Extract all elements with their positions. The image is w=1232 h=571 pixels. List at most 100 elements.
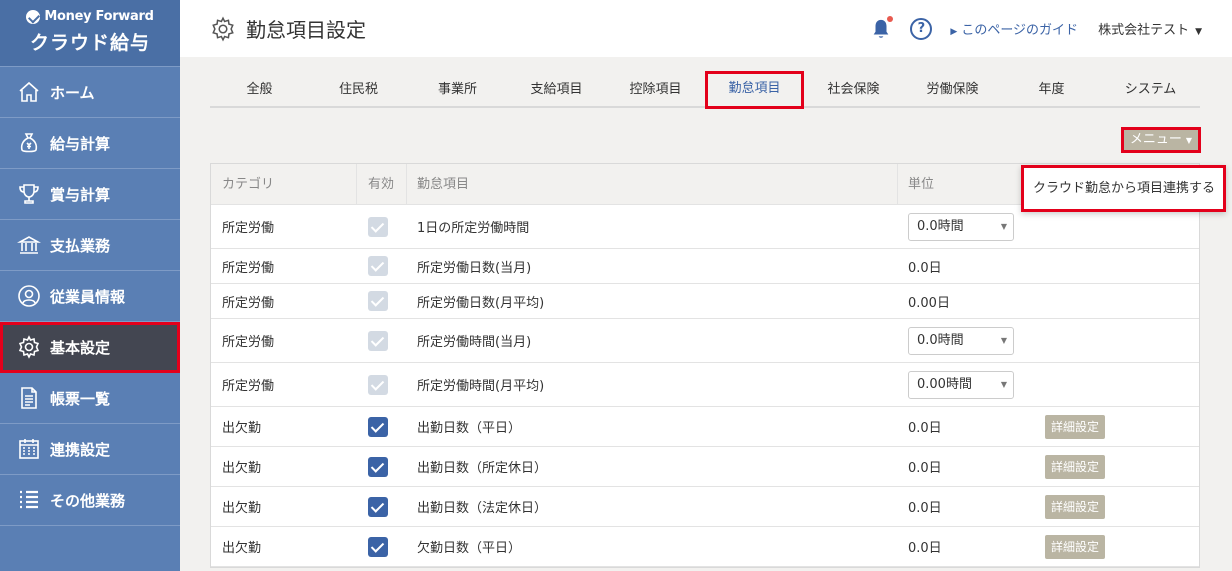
bank-icon xyxy=(16,232,42,258)
table-row: 出欠勤 出勤日数（平日） 0.0日 詳細設定 xyxy=(211,407,1199,447)
menu-button-label: メニュー xyxy=(1129,132,1182,147)
table-row: 出欠勤 欠勤日数（平日） 0.0日 詳細設定 xyxy=(211,527,1199,567)
row-enabled-cell xyxy=(357,256,407,276)
tab-deduction-items[interactable]: 控除項目 xyxy=(606,72,705,106)
row-item-name: 所定労働日数(当月) xyxy=(417,260,532,276)
tab-payment-items[interactable]: 支給項目 xyxy=(507,72,606,106)
attendance-items-table: カテゴリ 有効 勤怠項目 単位 所定労働 1日の所定労働時間 0.0時間 ▼ 所定… xyxy=(210,163,1200,568)
row-unit-cell: 0.0時間 ▼ xyxy=(898,326,1034,355)
home-icon xyxy=(16,79,42,105)
detail-settings-button[interactable]: 詳細設定 xyxy=(1045,454,1106,479)
gear-icon xyxy=(16,334,42,360)
row-category: 所定労働 xyxy=(222,260,275,276)
sidebar-item-payroll[interactable]: 給与計算 xyxy=(0,118,180,169)
column-header-unit: 単位 xyxy=(908,176,935,192)
menu-item-import-from-cloud-attendance[interactable]: クラウド勤怠から項目連携する xyxy=(1033,168,1223,209)
caret-down-icon: ▼ xyxy=(1000,335,1007,345)
table-row: 出欠勤 出勤日数（法定休日） 0.0日 詳細設定 xyxy=(211,487,1199,527)
page-guide-link[interactable]: ▶ このページのガイド xyxy=(950,19,1078,38)
enabled-checkbox[interactable] xyxy=(368,496,388,517)
row-enabled-cell xyxy=(357,536,407,557)
detail-settings-button[interactable]: 詳細設定 xyxy=(1045,494,1106,519)
menu-button[interactable]: メニュー ▼ xyxy=(1121,127,1201,153)
table-row: 出欠勤 出勤日数（所定休日） 0.0日 詳細設定 xyxy=(211,447,1199,487)
row-enabled-cell xyxy=(357,456,407,477)
person-icon xyxy=(16,283,42,309)
app-logo[interactable]: Money Forward クラウド給与 xyxy=(0,0,180,67)
row-category: 出欠勤 xyxy=(222,421,262,436)
sidebar-item-integration[interactable]: 連携設定 xyxy=(0,424,180,475)
gear-icon xyxy=(212,15,234,42)
enabled-checkbox xyxy=(368,291,388,311)
list-icon xyxy=(16,487,42,513)
table-row: 所定労働 所定労働時間(月平均) 0.00時間 ▼ xyxy=(211,363,1199,407)
detail-settings-button[interactable]: 詳細設定 xyxy=(1045,534,1106,559)
sidebar-item-label: その他業務 xyxy=(50,491,126,510)
row-category: 所定労働 xyxy=(222,295,275,311)
tab-social-insurance[interactable]: 社会保険 xyxy=(804,72,903,106)
detail-settings-button[interactable]: 詳細設定 xyxy=(1045,414,1106,439)
row-unit-value: 0.0日 xyxy=(908,260,942,276)
row-category: 所定労働 xyxy=(222,335,275,350)
row-item-name: 出勤日数（所定休日） xyxy=(417,461,548,476)
row-enabled-cell xyxy=(357,330,407,351)
caret-down-icon: ▼ xyxy=(1195,27,1202,37)
enabled-checkbox[interactable] xyxy=(368,456,388,477)
sidebar: Money Forward クラウド給与 ホーム 給与計算 賞与計算 支払業務 … xyxy=(0,0,180,571)
tab-resident-tax[interactable]: 住民税 xyxy=(309,72,408,106)
sidebar-item-other[interactable]: その他業務 xyxy=(0,475,180,526)
sidebar-item-label: ホーム xyxy=(50,83,95,102)
row-item-name: 欠勤日数（平日） xyxy=(417,541,522,556)
trophy-icon xyxy=(16,181,42,207)
tab-attendance-items[interactable]: 勤怠項目 xyxy=(705,71,804,109)
unit-select[interactable]: 0.0時間 ▼ xyxy=(908,326,1014,355)
enabled-checkbox[interactable] xyxy=(368,536,388,557)
sidebar-item-basic-settings[interactable]: 基本設定 xyxy=(0,322,180,373)
document-icon xyxy=(16,385,42,411)
help-button[interactable]: ? xyxy=(910,17,933,40)
row-category: 出欠勤 xyxy=(222,461,262,476)
row-actions: 詳細設定 xyxy=(1045,494,1106,519)
tab-general[interactable]: 全般 xyxy=(210,72,309,106)
caret-down-icon: ▼ xyxy=(1000,221,1007,231)
enabled-checkbox xyxy=(368,256,388,276)
caret-down-icon: ▼ xyxy=(1000,379,1007,389)
enabled-checkbox[interactable] xyxy=(368,416,388,437)
row-item-name: 出勤日数（平日） xyxy=(417,421,522,436)
row-item-name: 所定労働日数(月平均) xyxy=(417,295,545,311)
tab-office[interactable]: 事業所 xyxy=(408,72,507,106)
row-item-name: 所定労働時間(月平均) xyxy=(417,379,545,394)
page-header: 勤怠項目設定 ? ▶ このページのガイド 株式会社テスト ▼ xyxy=(180,0,1232,57)
row-unit-value: 0.0日 xyxy=(908,501,942,516)
tab-fiscal-year[interactable]: 年度 xyxy=(1002,72,1101,106)
sidebar-item-employees[interactable]: 従業員情報 xyxy=(0,271,180,322)
company-name: 株式会社テスト xyxy=(1098,23,1190,38)
row-category: 出欠勤 xyxy=(222,541,262,556)
sidebar-item-label: 帳票一覧 xyxy=(50,389,111,408)
sidebar-item-home[interactable]: ホーム xyxy=(0,67,180,118)
column-header-category: カテゴリ xyxy=(211,163,357,205)
sidebar-item-label: 連携設定 xyxy=(50,440,111,459)
sidebar-item-reports[interactable]: 帳票一覧 xyxy=(0,373,180,424)
row-actions: 詳細設定 xyxy=(1045,534,1106,559)
tab-system[interactable]: システム xyxy=(1101,72,1200,106)
sidebar-item-bonus[interactable]: 賞与計算 xyxy=(0,169,180,220)
row-unit-value: 0.0日 xyxy=(908,421,942,436)
brand-name: Money Forward xyxy=(0,9,180,24)
column-header-item: 勤怠項目 xyxy=(407,163,898,205)
row-unit-value: 0.0日 xyxy=(908,541,942,556)
unit-select[interactable]: 0.0時間 ▼ xyxy=(908,212,1014,241)
money-forward-logo-icon xyxy=(26,9,41,24)
row-item-name: 所定労働時間(当月) xyxy=(417,335,532,350)
table-row: 所定労働 所定労働日数(月平均) 0.00日 xyxy=(211,284,1199,319)
company-switcher[interactable]: 株式会社テスト ▼ xyxy=(1098,19,1202,38)
notification-bell-icon[interactable] xyxy=(870,15,894,40)
row-actions: 詳細設定 xyxy=(1045,454,1106,479)
tab-labor-insurance[interactable]: 労働保険 xyxy=(903,72,1002,106)
sidebar-item-payment[interactable]: 支払業務 xyxy=(0,220,180,271)
brand-product: クラウド給与 xyxy=(29,32,150,54)
sidebar-item-label: 基本設定 xyxy=(50,338,111,357)
header-actions: ? ▶ このページのガイド 株式会社テスト ▼ xyxy=(870,0,1202,57)
page-title: 勤怠項目設定 xyxy=(246,18,366,42)
unit-select[interactable]: 0.00時間 ▼ xyxy=(908,370,1014,399)
